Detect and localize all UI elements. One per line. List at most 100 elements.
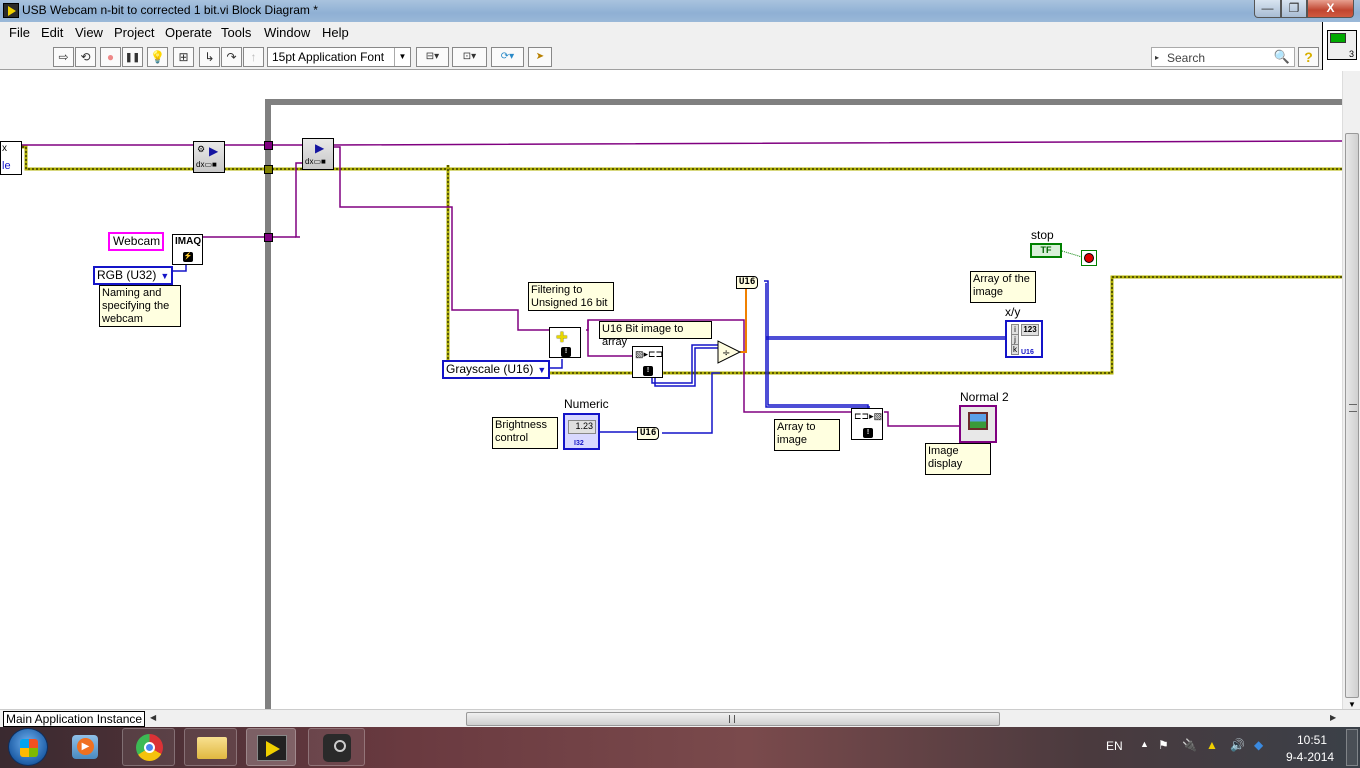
chevron-down-icon: ▼ [394,48,410,66]
vertical-scrollbar-thumb[interactable] [1345,133,1359,698]
search-input[interactable]: ▸ Search 🔍 [1151,47,1295,67]
clean-up-diagram-button[interactable]: ➤ [528,47,552,67]
to-u16-conversion-node-2[interactable]: U16 [637,427,660,440]
play-icon: ▶ [209,144,219,158]
picture-icon [968,412,988,430]
scroll-right-arrow-icon[interactable]: ▶ [1330,713,1336,722]
step-over-button[interactable]: ↷ [221,47,242,67]
imaq-image-to-array-node[interactable]: ▧▸⊏⊐ ! [632,346,663,378]
image-display-terminal[interactable] [959,405,997,443]
comment-filtering: Filtering to Unsigned 16 bit [528,282,614,311]
pause-button[interactable]: ❚❚ [122,47,143,67]
search-options-icon[interactable]: ▸ [1155,53,1159,62]
block-diagram-canvas[interactable]: ÷ x le ⚙ ▶ dx▭■ ▶ dx▭■ Webcam IMAQ ⚡ RGB… [0,71,1342,709]
menu-operate[interactable]: Operate [165,25,212,40]
retain-wire-values-button[interactable]: ⊞ [173,47,194,67]
taskbar-steam[interactable] [308,728,365,766]
start-button[interactable] [8,728,48,766]
cast-icon: ✚ [556,329,568,345]
chevron-down-icon: ▼ [537,365,547,375]
stop-button-terminal[interactable]: TF [1030,243,1062,258]
step-out-button[interactable]: ↑ [243,47,264,67]
numeric-control-terminal[interactable]: 1.23 I32 [563,413,600,450]
step-over-icon: ↷ [226,50,237,64]
imaq-array-to-image-node[interactable]: ⊏⊐▸▧ ! [851,408,883,440]
show-desktop-button[interactable] [1346,729,1358,766]
distribute-icon: ⊡▾ [462,51,477,62]
run-continuously-icon: ⟲ [80,50,91,64]
image-type-rgb-constant[interactable]: RGB (U32) ▼ [93,266,174,285]
status-bar: Main Application Instance ◀ ▶ [0,709,1360,727]
run-continuously-button[interactable]: ⟲ [75,47,96,67]
comment-u16-to-array: U16 Bit image to array [599,321,712,348]
vi-icon-number: 3 [1348,49,1354,59]
language-indicator[interactable]: EN [1106,739,1123,753]
imaq-cast-image-node[interactable]: ✚ ! [549,327,581,358]
taskbar-chrome[interactable] [122,728,175,766]
volume-icon[interactable]: 🔊 [1230,738,1245,752]
show-hidden-icons[interactable]: ▲ [1140,739,1149,749]
imaqdx-grab-node[interactable]: ▶ dx▭■ [302,138,334,170]
comment-array-of-image: Array of the image [970,271,1036,303]
action-center-flag-icon[interactable]: ⚑ [1158,738,1169,752]
menu-view[interactable]: View [75,25,103,40]
camera-icon: dx▭■ [305,157,326,166]
windows-media-player-icon[interactable]: ▶ [72,735,98,759]
loop-tunnel-image[interactable] [264,141,273,150]
imaqdx-configure-grab-node[interactable]: ⚙ ▶ dx▭■ [193,141,225,173]
clean-up-icon: ➤ [535,51,545,62]
loop-condition-terminal[interactable] [1081,250,1097,266]
partial-node-left[interactable]: x le [0,141,22,175]
distribute-objects-dropdown[interactable]: ⊡▾ [452,47,487,67]
vi-icon[interactable]: 3 [1322,22,1360,70]
reorder-dropdown[interactable]: ⟳▾ [491,47,524,67]
menu-edit[interactable]: Edit [41,25,63,40]
align-objects-dropdown[interactable]: ⊟▾ [416,47,449,67]
context-help-button[interactable]: ? [1298,47,1319,67]
application-instance-field[interactable]: Main Application Instance [3,711,145,727]
partial-node-label-bottom: le [2,160,11,172]
font-select[interactable]: 15pt Application Font ▼ [267,47,411,67]
menu-tools[interactable]: Tools [221,25,251,40]
network-warning-icon[interactable]: ▲ [1206,738,1218,752]
run-arrow-icon: ⇨ [58,50,69,64]
loop-tunnel-image-2[interactable] [264,233,273,242]
menu-project[interactable]: Project [114,25,154,40]
horizontal-scrollbar-thumb[interactable] [466,712,1000,726]
clock-time[interactable]: 10:51 [1297,733,1327,747]
image-type-rgb-value: RGB (U32) [97,268,157,282]
stop-label: stop [1031,228,1054,242]
highlight-execution-button[interactable]: 💡 [147,47,168,67]
taskbar-file-explorer[interactable] [184,728,237,766]
scroll-down-arrow-icon[interactable]: ▼ [1348,700,1356,709]
webcam-name-constant[interactable]: Webcam [108,232,164,251]
menu-window[interactable]: Window [264,25,310,40]
scroll-left-arrow-icon[interactable]: ◀ [150,713,156,722]
search-icon[interactable]: 🔍 [1274,49,1290,65]
close-button[interactable]: X [1307,0,1354,18]
loop-tunnel-session[interactable] [264,165,273,174]
minimize-button[interactable]: — [1254,0,1281,18]
run-button[interactable]: ⇨ [53,47,74,67]
menu-help[interactable]: Help [322,25,349,40]
array-indicator-terminal[interactable]: i j k 123 U16 [1005,320,1043,358]
clock-date[interactable]: 9-4-2014 [1286,750,1334,764]
comment-brightness: Brightness control [492,417,558,449]
taskbar-labview[interactable] [246,728,296,766]
to-u16-conversion-node[interactable]: U16 [736,276,759,289]
maximize-button[interactable]: ❐ [1281,0,1307,18]
abort-button[interactable]: ● [100,47,121,67]
vertical-scrollbar[interactable]: ▼ [1342,71,1360,709]
stop-sign-icon [1084,253,1094,263]
power-icon[interactable]: 🔌 [1182,738,1197,752]
imaq-create-node[interactable]: IMAQ ⚡ [172,234,203,265]
step-into-button[interactable]: ↳ [199,47,220,67]
image-type-grayscale-constant[interactable]: Grayscale (U16) ▼ [442,360,551,379]
folder-icon [197,737,227,759]
dropbox-icon[interactable]: ◆ [1254,738,1263,752]
step-into-icon: ↳ [204,50,215,64]
error-terminal-icon: ! [863,428,873,438]
error-terminal-icon: ⚡ [183,252,193,262]
grip-icon [729,715,735,723]
menu-file[interactable]: File [9,25,30,40]
